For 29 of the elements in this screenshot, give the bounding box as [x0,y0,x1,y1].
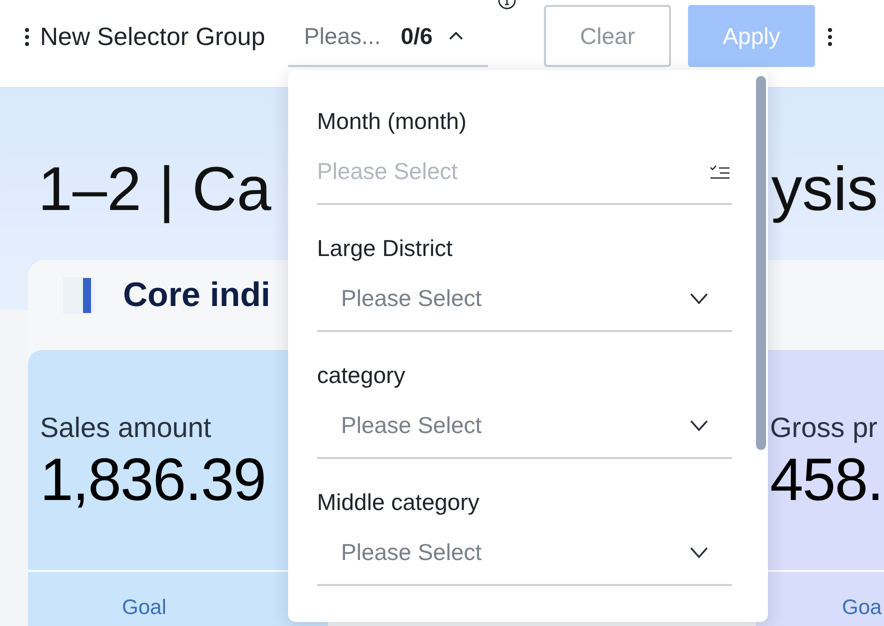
goal-label: Goa [842,596,882,619]
metric-value: 458. [770,448,884,512]
filter-select[interactable]: Pleas... 0/6 [288,7,488,67]
dashboard-title: 1–2 | Ca [38,156,272,224]
dashboard-title: ysis [771,156,878,224]
scrollbar[interactable] [756,76,766,450]
select-field[interactable]: Please Select [341,282,682,316]
selection-count: 0/6 [400,22,433,50]
field-label: Middle category [317,488,480,516]
checklist-icon[interactable] [710,164,730,178]
goal-label: Goal [122,596,166,619]
section-marker-icon [63,276,95,314]
caret-up-icon[interactable] [448,32,463,40]
chevron-down-icon[interactable] [690,547,708,558]
selector-group-title: New Selector Group [40,22,266,52]
field-label: Month (month) [317,107,468,135]
picker-input[interactable]: Please Select [317,154,710,188]
select-field[interactable]: Please Select [341,408,682,442]
filter-placeholder: Pleas... [304,22,381,50]
more-options-icon[interactable] [25,28,29,46]
metric-label: Gross pr [770,411,878,444]
field-label: Large District [317,234,454,262]
chevron-down-icon[interactable] [690,293,708,304]
info-icon [498,0,516,10]
chevron-down-icon[interactable] [690,420,708,431]
field-label: category [317,361,406,389]
more-options-icon[interactable] [828,28,832,46]
select-field[interactable]: Please Select [341,536,682,570]
section-title: Core indi [123,276,270,314]
